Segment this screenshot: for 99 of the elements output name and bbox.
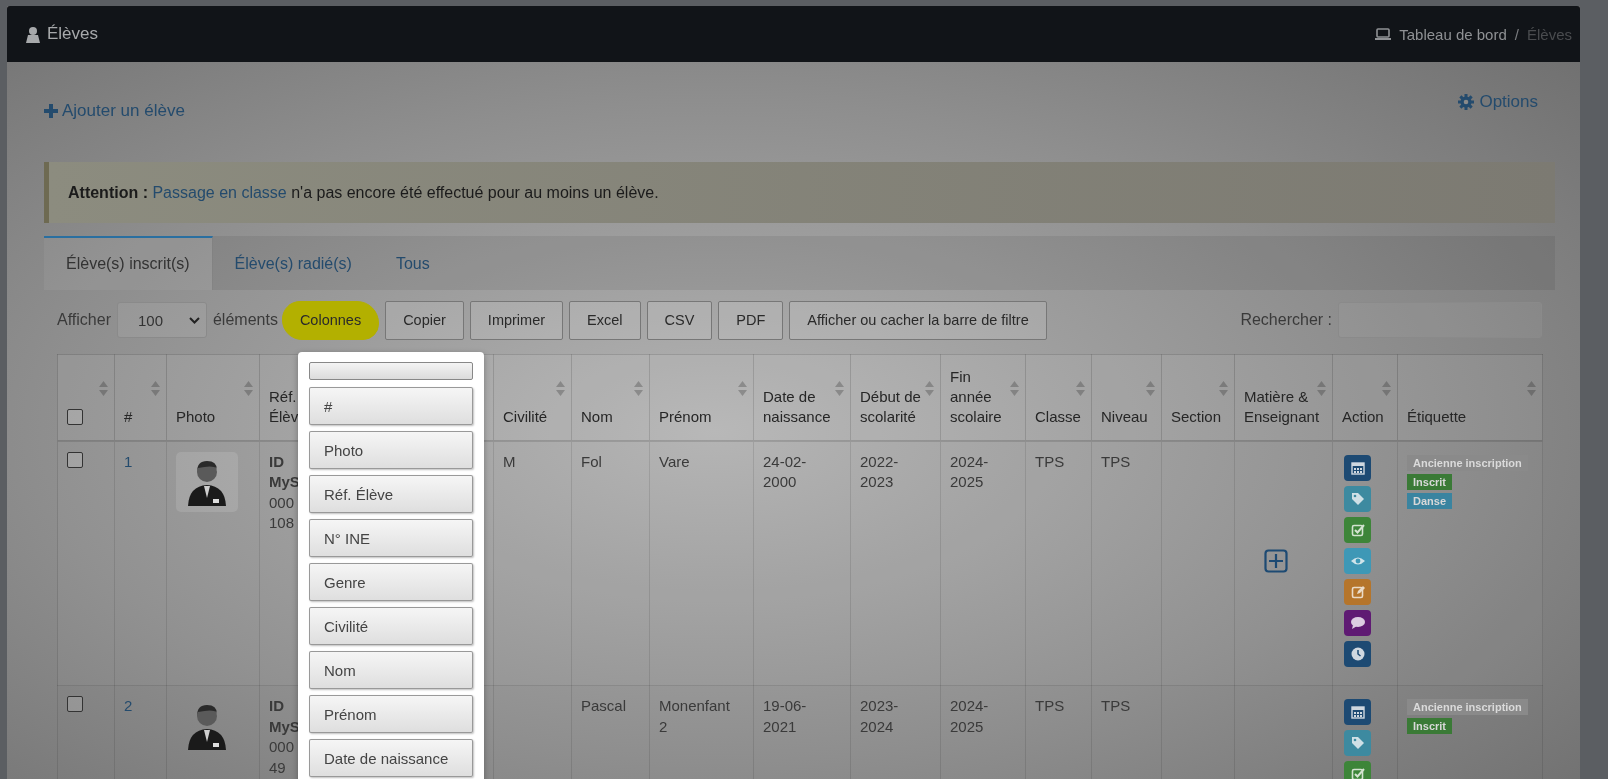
table-cell: M bbox=[503, 452, 516, 470]
breadcrumb-separator: / bbox=[1514, 25, 1519, 43]
calendar-button[interactable] bbox=[1344, 454, 1371, 481]
toolbar-button[interactable]: PDF bbox=[718, 300, 784, 340]
sort-icon[interactable] bbox=[634, 380, 643, 397]
student-id-label: ID MyS bbox=[269, 696, 301, 737]
sort-icon[interactable] bbox=[925, 380, 934, 397]
status-label: Inscrit bbox=[1407, 473, 1452, 490]
edit-icon bbox=[1350, 584, 1365, 599]
sort-icon[interactable] bbox=[1010, 380, 1019, 397]
sort-icon[interactable] bbox=[738, 380, 747, 397]
settings-icon bbox=[1458, 94, 1475, 110]
calendar-button[interactable] bbox=[1344, 699, 1371, 725]
tag-icon bbox=[1350, 491, 1365, 506]
tag-button[interactable] bbox=[1344, 485, 1371, 512]
add-square-icon[interactable] bbox=[1264, 548, 1288, 573]
column-header[interactable]: Action bbox=[1342, 406, 1388, 427]
menu-item[interactable]: # bbox=[309, 387, 473, 425]
sort-icon[interactable] bbox=[1382, 380, 1391, 397]
sort-icon[interactable] bbox=[1146, 380, 1155, 397]
checkbox-icon bbox=[1350, 767, 1365, 779]
plus-icon bbox=[44, 104, 58, 118]
sort-icon[interactable] bbox=[835, 380, 844, 397]
menu-item[interactable]: Réf. Élève bbox=[309, 475, 473, 513]
search-label: Rechercher : bbox=[1240, 311, 1332, 329]
checkbox-button[interactable] bbox=[1344, 516, 1371, 543]
sort-icon[interactable] bbox=[244, 380, 253, 397]
table-cell: 19-06-2021 bbox=[763, 697, 807, 735]
table-cell: TPS bbox=[1101, 697, 1131, 714]
table-cell: TPS bbox=[1035, 452, 1065, 470]
column-header[interactable]: Niveau bbox=[1101, 406, 1152, 427]
toolbar-button[interactable]: Colonnes bbox=[281, 300, 380, 340]
menu-item[interactable]: Photo bbox=[309, 431, 473, 469]
user-icon bbox=[25, 25, 41, 43]
table-cell: Vare bbox=[659, 452, 690, 470]
caret-icon bbox=[188, 316, 200, 324]
column-header[interactable]: Prénom bbox=[659, 406, 744, 427]
status-label: Inscrit bbox=[1407, 718, 1452, 734]
column-header[interactable]: Section bbox=[1171, 406, 1225, 427]
sort-icon[interactable] bbox=[1317, 380, 1326, 397]
column-header[interactable]: Nom bbox=[581, 406, 640, 427]
tag-icon bbox=[1350, 736, 1365, 750]
eye-button[interactable] bbox=[1344, 547, 1371, 574]
sort-icon[interactable] bbox=[151, 380, 160, 397]
checkbox-icon bbox=[1350, 522, 1365, 537]
menu-item[interactable]: Nom bbox=[309, 651, 473, 689]
column-header[interactable]: Classe bbox=[1035, 406, 1082, 427]
toolbar-button[interactable]: Excel bbox=[569, 300, 641, 340]
column-header[interactable]: # bbox=[124, 406, 157, 427]
clock-button[interactable] bbox=[1344, 640, 1371, 667]
checkbox[interactable] bbox=[67, 451, 83, 468]
alert-message: Attention : Passage en classe n'a pas encore été effectué pour au moins un élève. bbox=[68, 183, 659, 202]
calendar-icon bbox=[1350, 460, 1365, 475]
table-cell: Pascal bbox=[581, 697, 627, 714]
page-title: Élèves bbox=[47, 24, 99, 44]
menu-item[interactable]: Date de naissance bbox=[309, 739, 473, 777]
entries-label: éléments bbox=[212, 311, 278, 329]
table-cell: Fol bbox=[581, 452, 602, 470]
table-cell: TPS bbox=[1101, 452, 1131, 470]
menu-item[interactable]: Civilité bbox=[309, 607, 473, 645]
comment-icon bbox=[1350, 615, 1365, 630]
breadcrumb-current: Élèves bbox=[1526, 25, 1572, 43]
checkbox[interactable] bbox=[67, 696, 83, 712]
column-header[interactable]: Civilité bbox=[503, 406, 562, 427]
comment-button[interactable] bbox=[1344, 609, 1371, 636]
student-id-label: ID MyS bbox=[269, 451, 301, 492]
table-cell: 2024-2025 bbox=[950, 452, 989, 490]
sort-icon[interactable] bbox=[556, 380, 565, 397]
sort-icon[interactable] bbox=[1076, 380, 1085, 397]
calendar-icon bbox=[1350, 705, 1365, 719]
table-cell: 2024-2025 bbox=[950, 697, 989, 735]
table-cell: 2022-2023 bbox=[860, 452, 899, 490]
toolbar-button[interactable]: Afficher ou cacher la barre de filtre bbox=[789, 300, 1047, 340]
page-size-select[interactable]: 100 bbox=[116, 302, 207, 338]
checkbox[interactable] bbox=[67, 408, 83, 425]
laptop-icon bbox=[1375, 28, 1392, 40]
sort-icon[interactable] bbox=[99, 380, 108, 397]
student-reference: 000 108 bbox=[269, 492, 296, 533]
breadcrumb-link[interactable]: Tableau de bord bbox=[1399, 25, 1507, 43]
table-cell: Monenfant 2 bbox=[659, 697, 730, 735]
status-label: Ancienne inscription bbox=[1407, 699, 1528, 715]
menu-item[interactable]: Prénom bbox=[309, 695, 473, 733]
menu-item[interactable]: N° INE bbox=[309, 519, 473, 557]
column-header[interactable]: Photo bbox=[176, 406, 250, 427]
toolbar-button[interactable]: CSV bbox=[646, 300, 713, 340]
table-cell: TPS bbox=[1035, 697, 1065, 714]
menu-item[interactable]: Genre bbox=[309, 563, 473, 601]
table-cell: 2023-2024 bbox=[860, 697, 899, 735]
show-label: Afficher bbox=[57, 311, 111, 329]
toolbar-button[interactable]: Imprimer bbox=[469, 300, 564, 340]
status-label: Danse bbox=[1407, 492, 1453, 509]
tag-button[interactable] bbox=[1344, 730, 1371, 756]
sort-icon[interactable] bbox=[1527, 380, 1536, 397]
toolbar-button[interactable]: Copier bbox=[385, 300, 464, 340]
sort-icon[interactable] bbox=[1219, 380, 1228, 397]
tab[interactable]: Élève(s) inscrit(s) bbox=[44, 236, 213, 290]
clock-icon bbox=[1350, 646, 1365, 661]
student-reference: 000 49 bbox=[269, 737, 296, 778]
table-cell: 24-02-2000 bbox=[763, 452, 807, 490]
